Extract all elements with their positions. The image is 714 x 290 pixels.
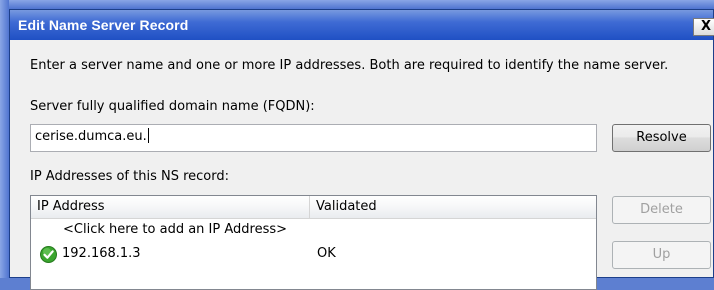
fqdn-label: Server fully qualified domain name (FQDN… bbox=[30, 99, 315, 114]
edit-ns-record-dialog: Edit Name Server Record X Enter a server… bbox=[9, 9, 714, 290]
column-header-validated[interactable]: Validated bbox=[310, 196, 596, 218]
close-button[interactable]: X bbox=[693, 18, 714, 36]
delete-button[interactable]: Delete bbox=[612, 196, 711, 224]
window-frame-left bbox=[0, 0, 9, 278]
validated-cell: OK bbox=[317, 246, 336, 261]
add-ip-prompt[interactable]: <Click here to add an IP Address> bbox=[63, 219, 287, 241]
fqdn-input[interactable]: cerise.dumca.eu. bbox=[30, 124, 597, 152]
dialog-title: Edit Name Server Record bbox=[18, 17, 189, 33]
column-header-ip-address[interactable]: IP Address bbox=[31, 196, 310, 218]
title-bar[interactable]: Edit Name Server Record X bbox=[10, 10, 714, 40]
table-row[interactable]: 192.168.1.3 OK bbox=[31, 243, 596, 265]
ip-addresses-label: IP Addresses of this NS record: bbox=[30, 169, 230, 184]
ip-address-list[interactable]: IP Address Validated <Click here to add … bbox=[30, 195, 597, 290]
up-button[interactable]: Up bbox=[612, 241, 711, 269]
intro-text: Enter a server name and one or more IP a… bbox=[30, 58, 669, 73]
add-ip-row[interactable]: <Click here to add an IP Address> bbox=[31, 219, 596, 241]
list-header: IP Address Validated bbox=[31, 196, 596, 219]
window-frame-top bbox=[0, 0, 714, 9]
check-icon bbox=[40, 246, 57, 263]
resolve-button[interactable]: Resolve bbox=[612, 124, 711, 152]
text-caret bbox=[147, 128, 149, 143]
fqdn-input-value: cerise.dumca.eu. bbox=[35, 129, 147, 144]
ip-address-cell: 192.168.1.3 bbox=[62, 246, 141, 261]
